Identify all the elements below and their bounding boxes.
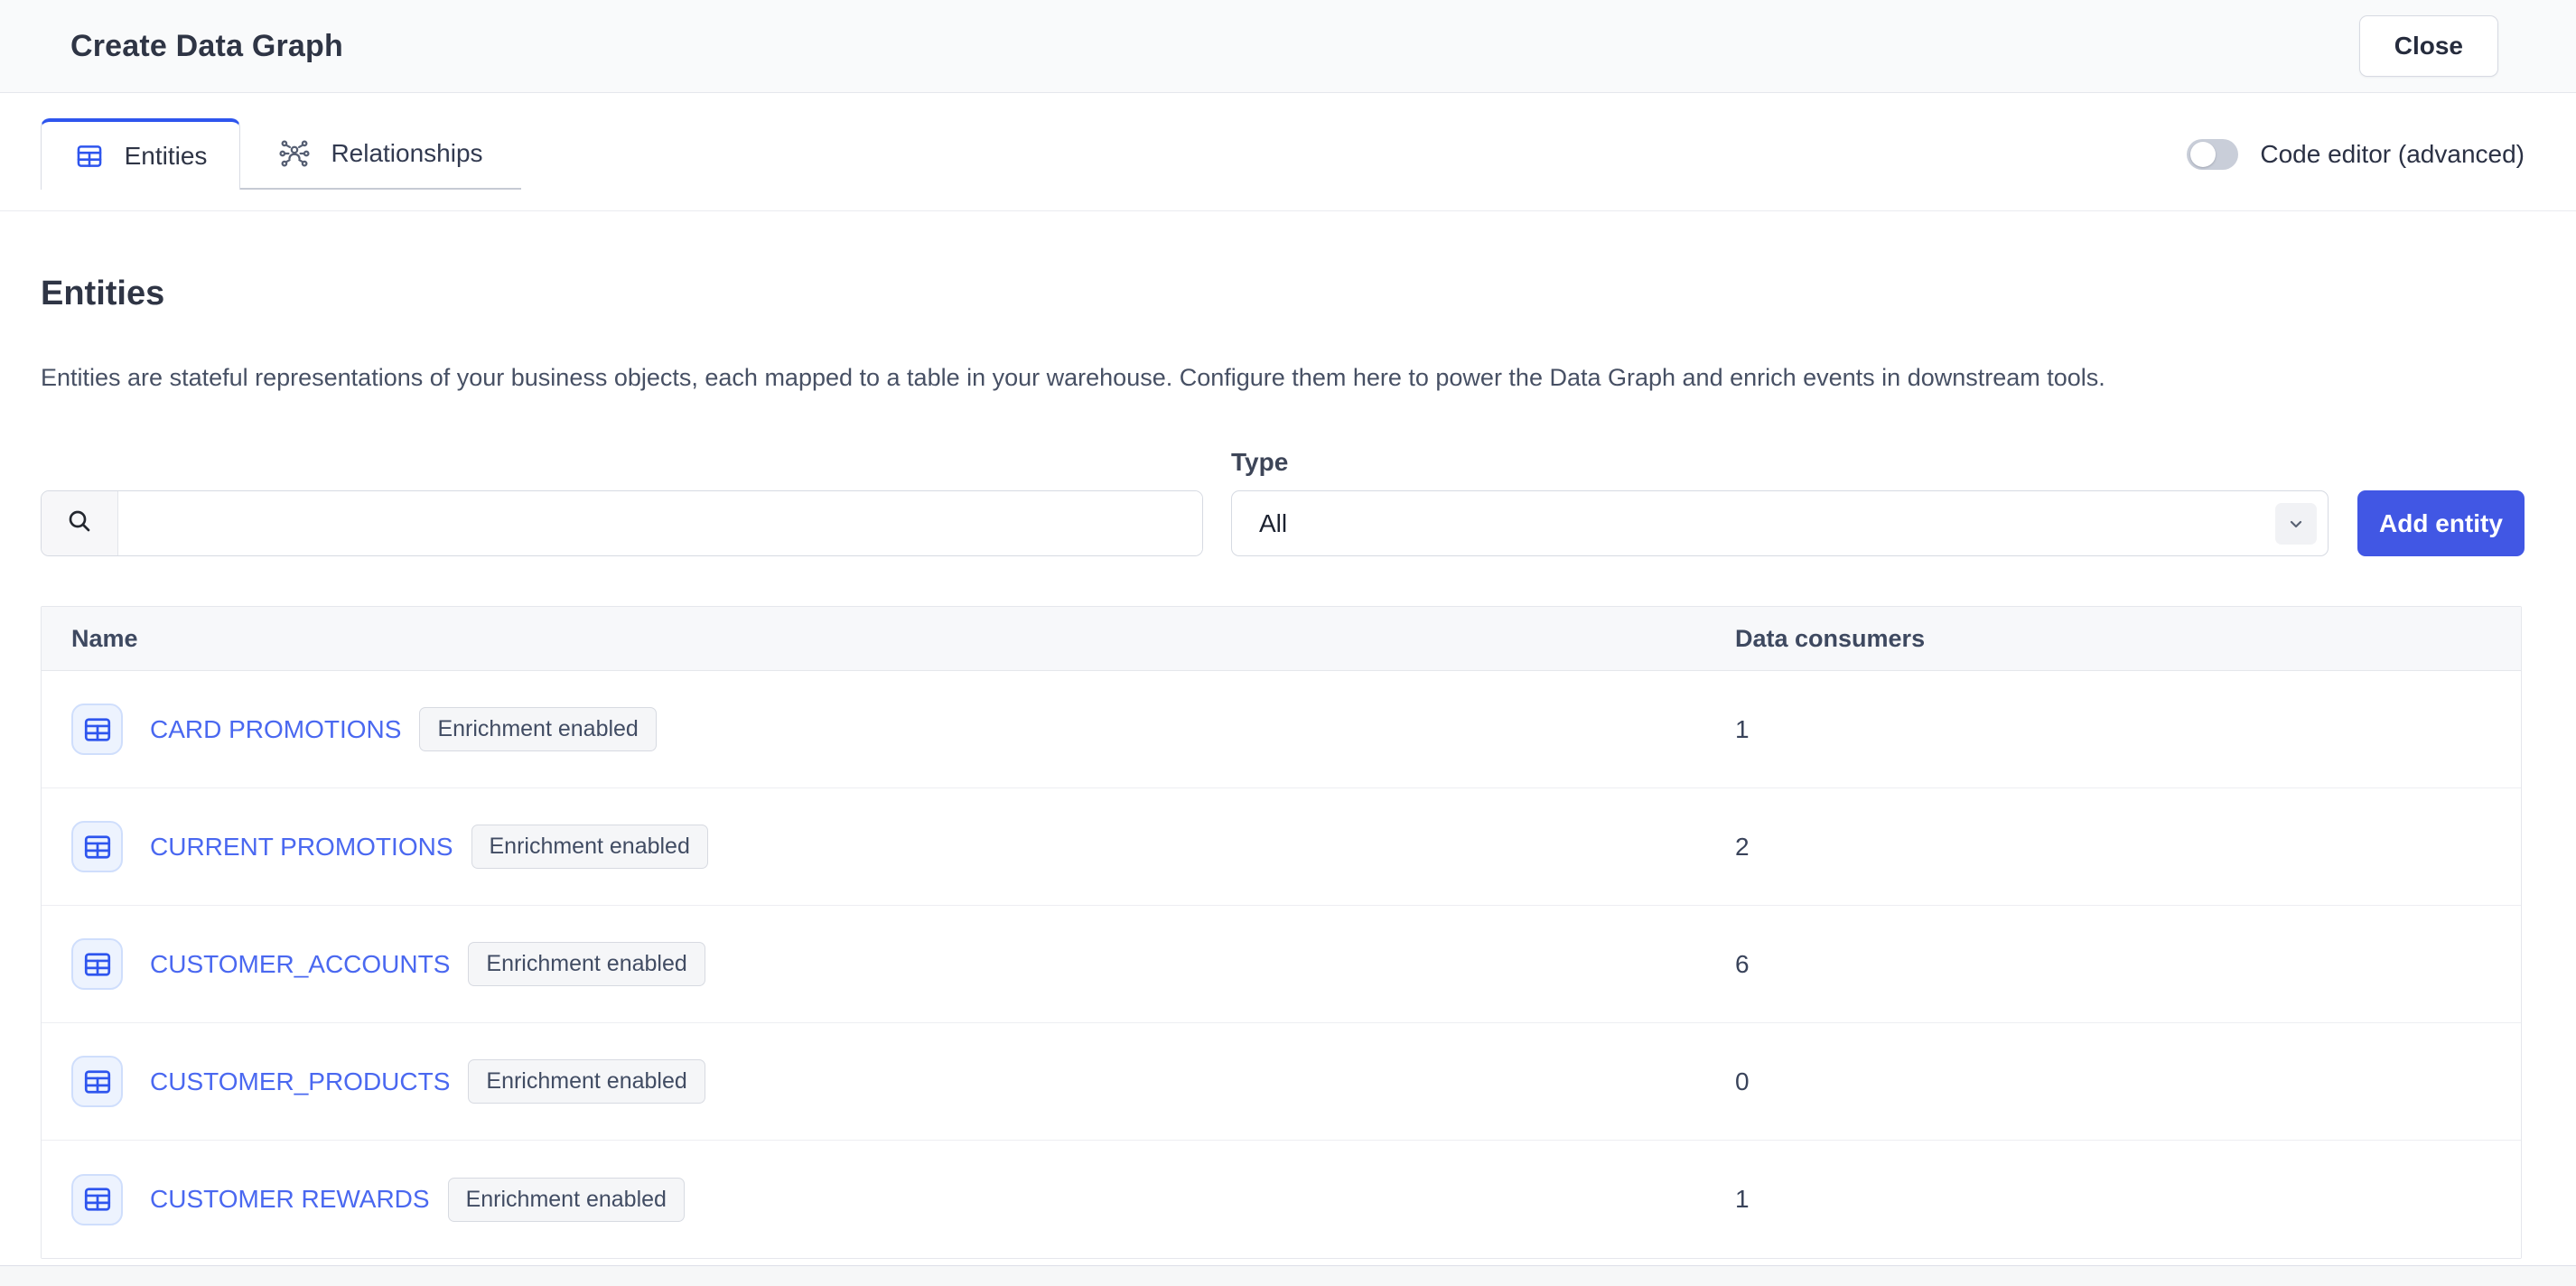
entity-name-cell: CARD PROMOTIONS Enrichment enabled xyxy=(42,704,1735,755)
table-row: CARD PROMOTIONS Enrichment enabled 1 xyxy=(42,671,2521,788)
entity-name-link[interactable]: CUSTOMER REWARDS xyxy=(150,1185,430,1214)
tab-strip: Entities xyxy=(0,93,2576,211)
data-consumers-count: 6 xyxy=(1735,950,2521,979)
table-body: CARD PROMOTIONS Enrichment enabled 1 CUR… xyxy=(42,671,2521,1258)
table-row: CUSTOMER_ACCOUNTS Enrichment enabled 6 xyxy=(42,906,2521,1023)
entity-table-icon xyxy=(71,1056,123,1107)
search-icon xyxy=(65,507,94,540)
enrichment-badge: Enrichment enabled xyxy=(468,1059,705,1104)
entity-table-icon xyxy=(71,1174,123,1225)
main-content: Entities Entities are stateful represent… xyxy=(0,211,2576,1265)
tab-entities[interactable]: Entities xyxy=(41,118,240,190)
toggle-knob xyxy=(2190,142,2216,167)
close-button[interactable]: Close xyxy=(2359,15,2498,77)
filter-row: Type All Add entity xyxy=(41,448,2525,556)
chevron-down-icon xyxy=(2275,503,2317,545)
graph-icon xyxy=(278,137,311,170)
search-box xyxy=(41,490,1203,556)
table-row: CURRENT PROMOTIONS Enrichment enabled 2 xyxy=(42,788,2521,906)
entity-table-icon xyxy=(71,821,123,872)
type-select[interactable]: All xyxy=(1231,490,2329,556)
entity-name-link[interactable]: CURRENT PROMOTIONS xyxy=(150,833,453,862)
code-editor-toggle-label: Code editor (advanced) xyxy=(2260,140,2525,169)
section-description: Entities are stateful representations of… xyxy=(41,361,2525,394)
code-editor-toggle-group: Code editor (advanced) xyxy=(2187,118,2525,190)
search-prefix xyxy=(42,491,118,555)
entity-name-cell: CURRENT PROMOTIONS Enrichment enabled xyxy=(42,821,1735,872)
entity-name-link[interactable]: CUSTOMER_ACCOUNTS xyxy=(150,950,450,979)
enrichment-badge: Enrichment enabled xyxy=(468,942,705,986)
data-consumers-count: 0 xyxy=(1735,1067,2521,1096)
section-heading: Entities xyxy=(41,275,2525,313)
search-input[interactable] xyxy=(118,491,1202,555)
page-title: Create Data Graph xyxy=(70,29,343,64)
data-consumers-count: 1 xyxy=(1735,715,2521,744)
column-header-name: Name xyxy=(42,625,1735,653)
table-header-row: Name Data consumers xyxy=(42,607,2521,671)
table-row: CUSTOMER REWARDS Enrichment enabled 1 xyxy=(42,1141,2521,1258)
entity-name-link[interactable]: CARD PROMOTIONS xyxy=(150,715,401,744)
tab-entities-label: Entities xyxy=(125,142,208,171)
entity-table-icon xyxy=(71,704,123,755)
entity-table-icon xyxy=(71,938,123,990)
entity-name-cell: CUSTOMER_ACCOUNTS Enrichment enabled xyxy=(42,938,1735,990)
tab-list: Entities xyxy=(41,118,521,190)
entities-table: Name Data consumers CARD PROMOTIONS Enri… xyxy=(41,606,2522,1259)
entity-name-link[interactable]: CUSTOMER_PRODUCTS xyxy=(150,1067,450,1096)
enrichment-badge: Enrichment enabled xyxy=(448,1178,685,1222)
type-label: Type xyxy=(1231,448,2329,477)
data-consumers-count: 1 xyxy=(1735,1185,2521,1214)
data-consumers-count: 2 xyxy=(1735,833,2521,862)
type-filter-group: Type All xyxy=(1231,448,2329,556)
enrichment-badge: Enrichment enabled xyxy=(471,825,708,869)
code-editor-toggle[interactable] xyxy=(2187,139,2238,170)
entity-name-cell: CUSTOMER REWARDS Enrichment enabled xyxy=(42,1174,1735,1225)
entity-name-cell: CUSTOMER_PRODUCTS Enrichment enabled xyxy=(42,1056,1735,1107)
add-entity-button[interactable]: Add entity xyxy=(2357,490,2525,556)
footer-strip xyxy=(0,1265,2576,1286)
type-select-value: All xyxy=(1259,509,1287,538)
tab-relationships-label: Relationships xyxy=(331,139,482,168)
tab-relationships[interactable]: Relationships xyxy=(240,118,521,190)
table-icon xyxy=(74,141,105,172)
enrichment-badge: Enrichment enabled xyxy=(419,707,656,751)
column-header-data-consumers: Data consumers xyxy=(1735,625,2521,653)
modal-header: Create Data Graph Close xyxy=(0,0,2576,93)
table-row: CUSTOMER_PRODUCTS Enrichment enabled 0 xyxy=(42,1023,2521,1141)
